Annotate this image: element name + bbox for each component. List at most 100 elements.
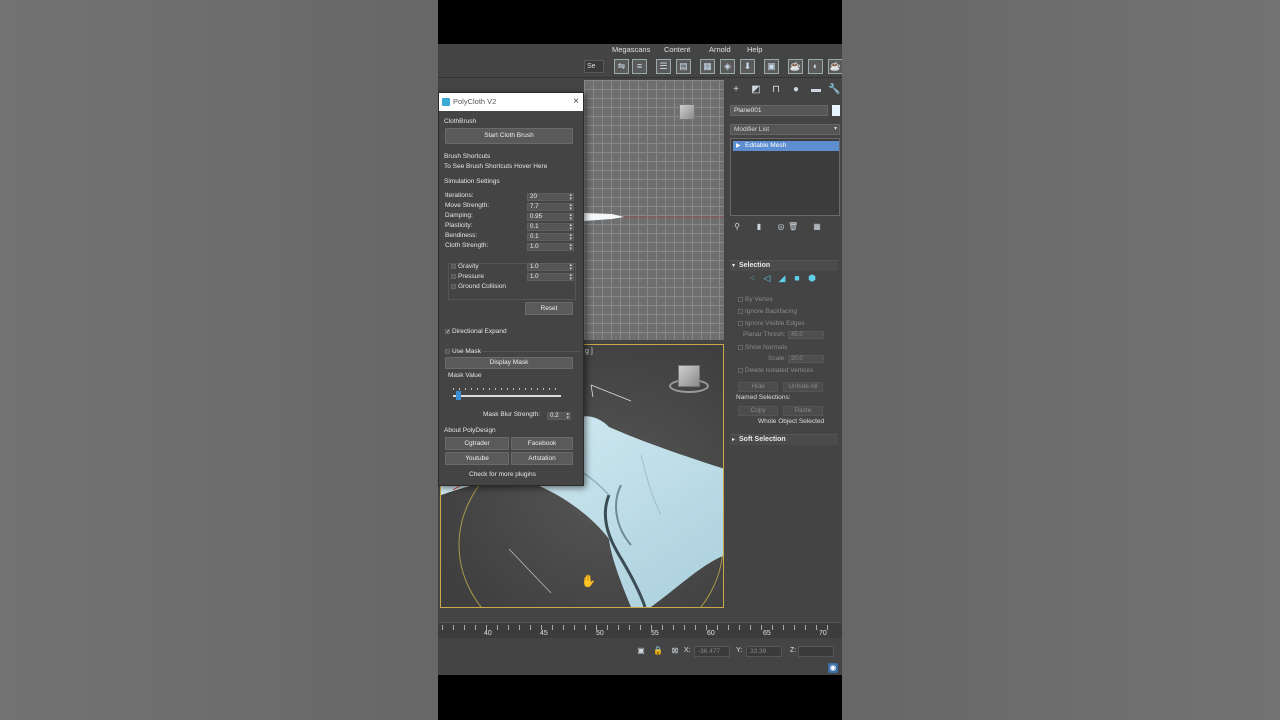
- remove-modifier-icon[interactable]: 🗑: [788, 221, 798, 233]
- utilities-tab-icon[interactable]: 🔧: [828, 84, 840, 96]
- copy-button[interactable]: Copy: [738, 406, 778, 416]
- scene-explorer-icon[interactable]: ☰: [656, 59, 671, 74]
- use-mask-checkbox[interactable]: Use Mask: [445, 348, 481, 355]
- facebook-link-button[interactable]: Facebook: [511, 437, 573, 450]
- configure-sets-icon[interactable]: ▦: [812, 221, 822, 233]
- menu-megascans[interactable]: Megascans: [612, 45, 650, 54]
- dialog-title-bar[interactable]: PolyCloth V2 ×: [439, 93, 583, 111]
- layer-explorer-icon[interactable]: ▤: [676, 59, 691, 74]
- menu-help[interactable]: Help: [747, 45, 762, 54]
- delete-isolated-vertices-checkbox[interactable]: Delete Isolated Vertices: [738, 367, 813, 374]
- cloth-strength-label: Cloth Strength:: [445, 242, 489, 249]
- make-unique-icon[interactable]: ◎: [776, 221, 786, 233]
- command-panel: + ◩ ⊓ ● ▬ 🔧 Plane001 Modifier List ▾ ▶ E…: [728, 80, 842, 628]
- hide-button[interactable]: Hide: [738, 382, 778, 392]
- ignore-visible-edges-checkbox[interactable]: Ignore Visible Edges: [738, 320, 805, 327]
- element-icon[interactable]: ⬢: [806, 272, 818, 284]
- material-editor-icon[interactable]: ◈: [720, 59, 735, 74]
- iterations-spinner[interactable]: 20 ▴ ▾: [527, 193, 574, 202]
- modifier-stack[interactable]: ▶ Editable Mesh: [730, 138, 840, 216]
- timeline-tick-label: 70: [819, 630, 827, 637]
- hierarchy-tab-icon[interactable]: ⊓: [770, 84, 782, 96]
- display-mask-button[interactable]: Display Mask: [445, 357, 573, 369]
- menu-arnold[interactable]: Arnold: [709, 45, 731, 54]
- mask-value-slider-thumb[interactable]: [456, 391, 462, 400]
- show-normals-checkbox[interactable]: Show Normals: [738, 344, 787, 351]
- pressure-spinner[interactable]: 1.0 ▴ ▾: [527, 273, 574, 282]
- edge-icon[interactable]: ◁: [761, 272, 773, 284]
- time-slider-track[interactable]: 40 45 50 55 60 65 70: [438, 622, 842, 638]
- render-icon[interactable]: ☕: [788, 59, 803, 74]
- directional-expand-checkbox[interactable]: ✓ Directional Expand: [445, 328, 507, 335]
- selection-filter-dropdown[interactable]: Se: [584, 60, 604, 73]
- render-production-icon[interactable]: ◐: [808, 59, 823, 74]
- by-vertex-checkbox[interactable]: By Vertex: [738, 296, 773, 303]
- close-icon[interactable]: ×: [573, 93, 579, 111]
- isolate-selection-icon[interactable]: ▣: [636, 646, 646, 656]
- modify-tab-icon[interactable]: ◩: [750, 84, 762, 96]
- show-end-result-icon[interactable]: ▮: [754, 221, 764, 233]
- expand-triangle-icon[interactable]: ▶: [736, 141, 741, 151]
- plasticity-spinner[interactable]: 0.1 ▴ ▾: [527, 223, 574, 232]
- paste-button[interactable]: Paste: [783, 406, 823, 416]
- command-panel-tabs: + ◩ ⊓ ● ▬ 🔧: [730, 84, 840, 98]
- motion-tab-icon[interactable]: ●: [790, 84, 802, 96]
- simulation-settings-label: Simulation Settings: [444, 178, 500, 185]
- chevron-down-icon: ▾: [833, 126, 837, 132]
- stack-item-editable-mesh[interactable]: ▶ Editable Mesh: [733, 141, 839, 151]
- modifier-list-dropdown[interactable]: Modifier List ▾: [730, 124, 840, 135]
- mirror-icon[interactable]: ⇋: [614, 59, 629, 74]
- polygon-icon[interactable]: ■: [791, 272, 803, 284]
- youtube-link-button[interactable]: Youtube: [445, 452, 509, 465]
- ground-collision-checkbox[interactable]: Ground Collision: [451, 283, 506, 290]
- create-tab-icon[interactable]: +: [730, 84, 742, 96]
- x-coord-label: X:: [684, 647, 691, 654]
- reset-button[interactable]: Reset: [525, 302, 573, 315]
- artstation-link-button[interactable]: Artstation: [511, 452, 573, 465]
- soft-selection-rollout-header[interactable]: ▸ Soft Selection: [730, 434, 838, 445]
- render-setup-icon[interactable]: ⬇: [740, 59, 755, 74]
- dialog-title: PolyCloth V2: [453, 97, 497, 106]
- menu-content[interactable]: Content: [664, 45, 690, 54]
- timeline-tick-label: 40: [484, 630, 492, 637]
- gravity-checkbox[interactable]: Gravity: [451, 263, 479, 270]
- bendiness-spinner[interactable]: 0.1 ▴ ▾: [527, 233, 574, 242]
- unhide-all-button[interactable]: Unhide All: [783, 382, 823, 392]
- scale-spinner[interactable]: 20.0: [788, 355, 824, 363]
- lock-icon[interactable]: 🔒: [653, 646, 663, 656]
- curve-editor-icon[interactable]: ▦: [700, 59, 715, 74]
- display-tab-icon[interactable]: ▬: [810, 84, 822, 96]
- object-name-field[interactable]: Plane001: [730, 105, 828, 116]
- face-icon[interactable]: ◢: [776, 272, 788, 284]
- z-coord-field[interactable]: [798, 646, 834, 657]
- pin-stack-icon[interactable]: ⚲: [732, 221, 742, 233]
- gravity-spinner[interactable]: 1.0 ▴ ▾: [527, 263, 574, 272]
- mask-blur-strength-spinner[interactable]: 0.2 ▴ ▾: [547, 412, 571, 421]
- pressure-checkbox[interactable]: Pressure: [451, 273, 484, 280]
- damping-spinner[interactable]: 0.95 ▴ ▾: [527, 213, 574, 222]
- brush-shortcuts-hint[interactable]: To See Brush Shortcuts Hover Here: [444, 163, 547, 170]
- vertex-icon[interactable]: ⁖: [746, 272, 758, 284]
- key-mode-icon[interactable]: ◉: [828, 663, 838, 673]
- selection-status-text: Whole Object Selected: [758, 418, 825, 425]
- planar-thresh-spinner[interactable]: 45.0: [788, 331, 824, 339]
- absolute-mode-icon[interactable]: ⊠: [670, 646, 680, 656]
- cgtrader-link-button[interactable]: Cgtrader: [445, 437, 509, 450]
- cloth-strength-spinner[interactable]: 1.0 ▴ ▾: [527, 243, 574, 252]
- render-iterative-icon[interactable]: ☕: [828, 59, 842, 74]
- ignore-backfacing-checkbox[interactable]: Ignore Backfacing: [738, 308, 797, 315]
- move-strength-spinner[interactable]: 7.7 ▴ ▾: [527, 203, 574, 212]
- start-cloth-brush-button[interactable]: Start Cloth Brush: [445, 128, 573, 144]
- y-coord-field[interactable]: 33.39: [746, 646, 782, 657]
- x-coord-field[interactable]: -36.477: [694, 646, 730, 657]
- expand-triangle-icon: ▸: [732, 437, 736, 443]
- top-viewport[interactable]: [584, 80, 724, 340]
- mask-value-slider[interactable]: [453, 395, 561, 397]
- rendered-frame-icon[interactable]: ▣: [764, 59, 779, 74]
- align-icon[interactable]: ≡: [632, 59, 647, 74]
- iterations-label: Iterations:: [445, 192, 474, 199]
- selection-rollout-header[interactable]: ▾ Selection: [730, 260, 838, 271]
- object-color-swatch[interactable]: [832, 105, 840, 116]
- check-more-plugins-link[interactable]: Check for more plugins: [469, 471, 536, 478]
- collapse-triangle-icon: ▾: [732, 263, 736, 269]
